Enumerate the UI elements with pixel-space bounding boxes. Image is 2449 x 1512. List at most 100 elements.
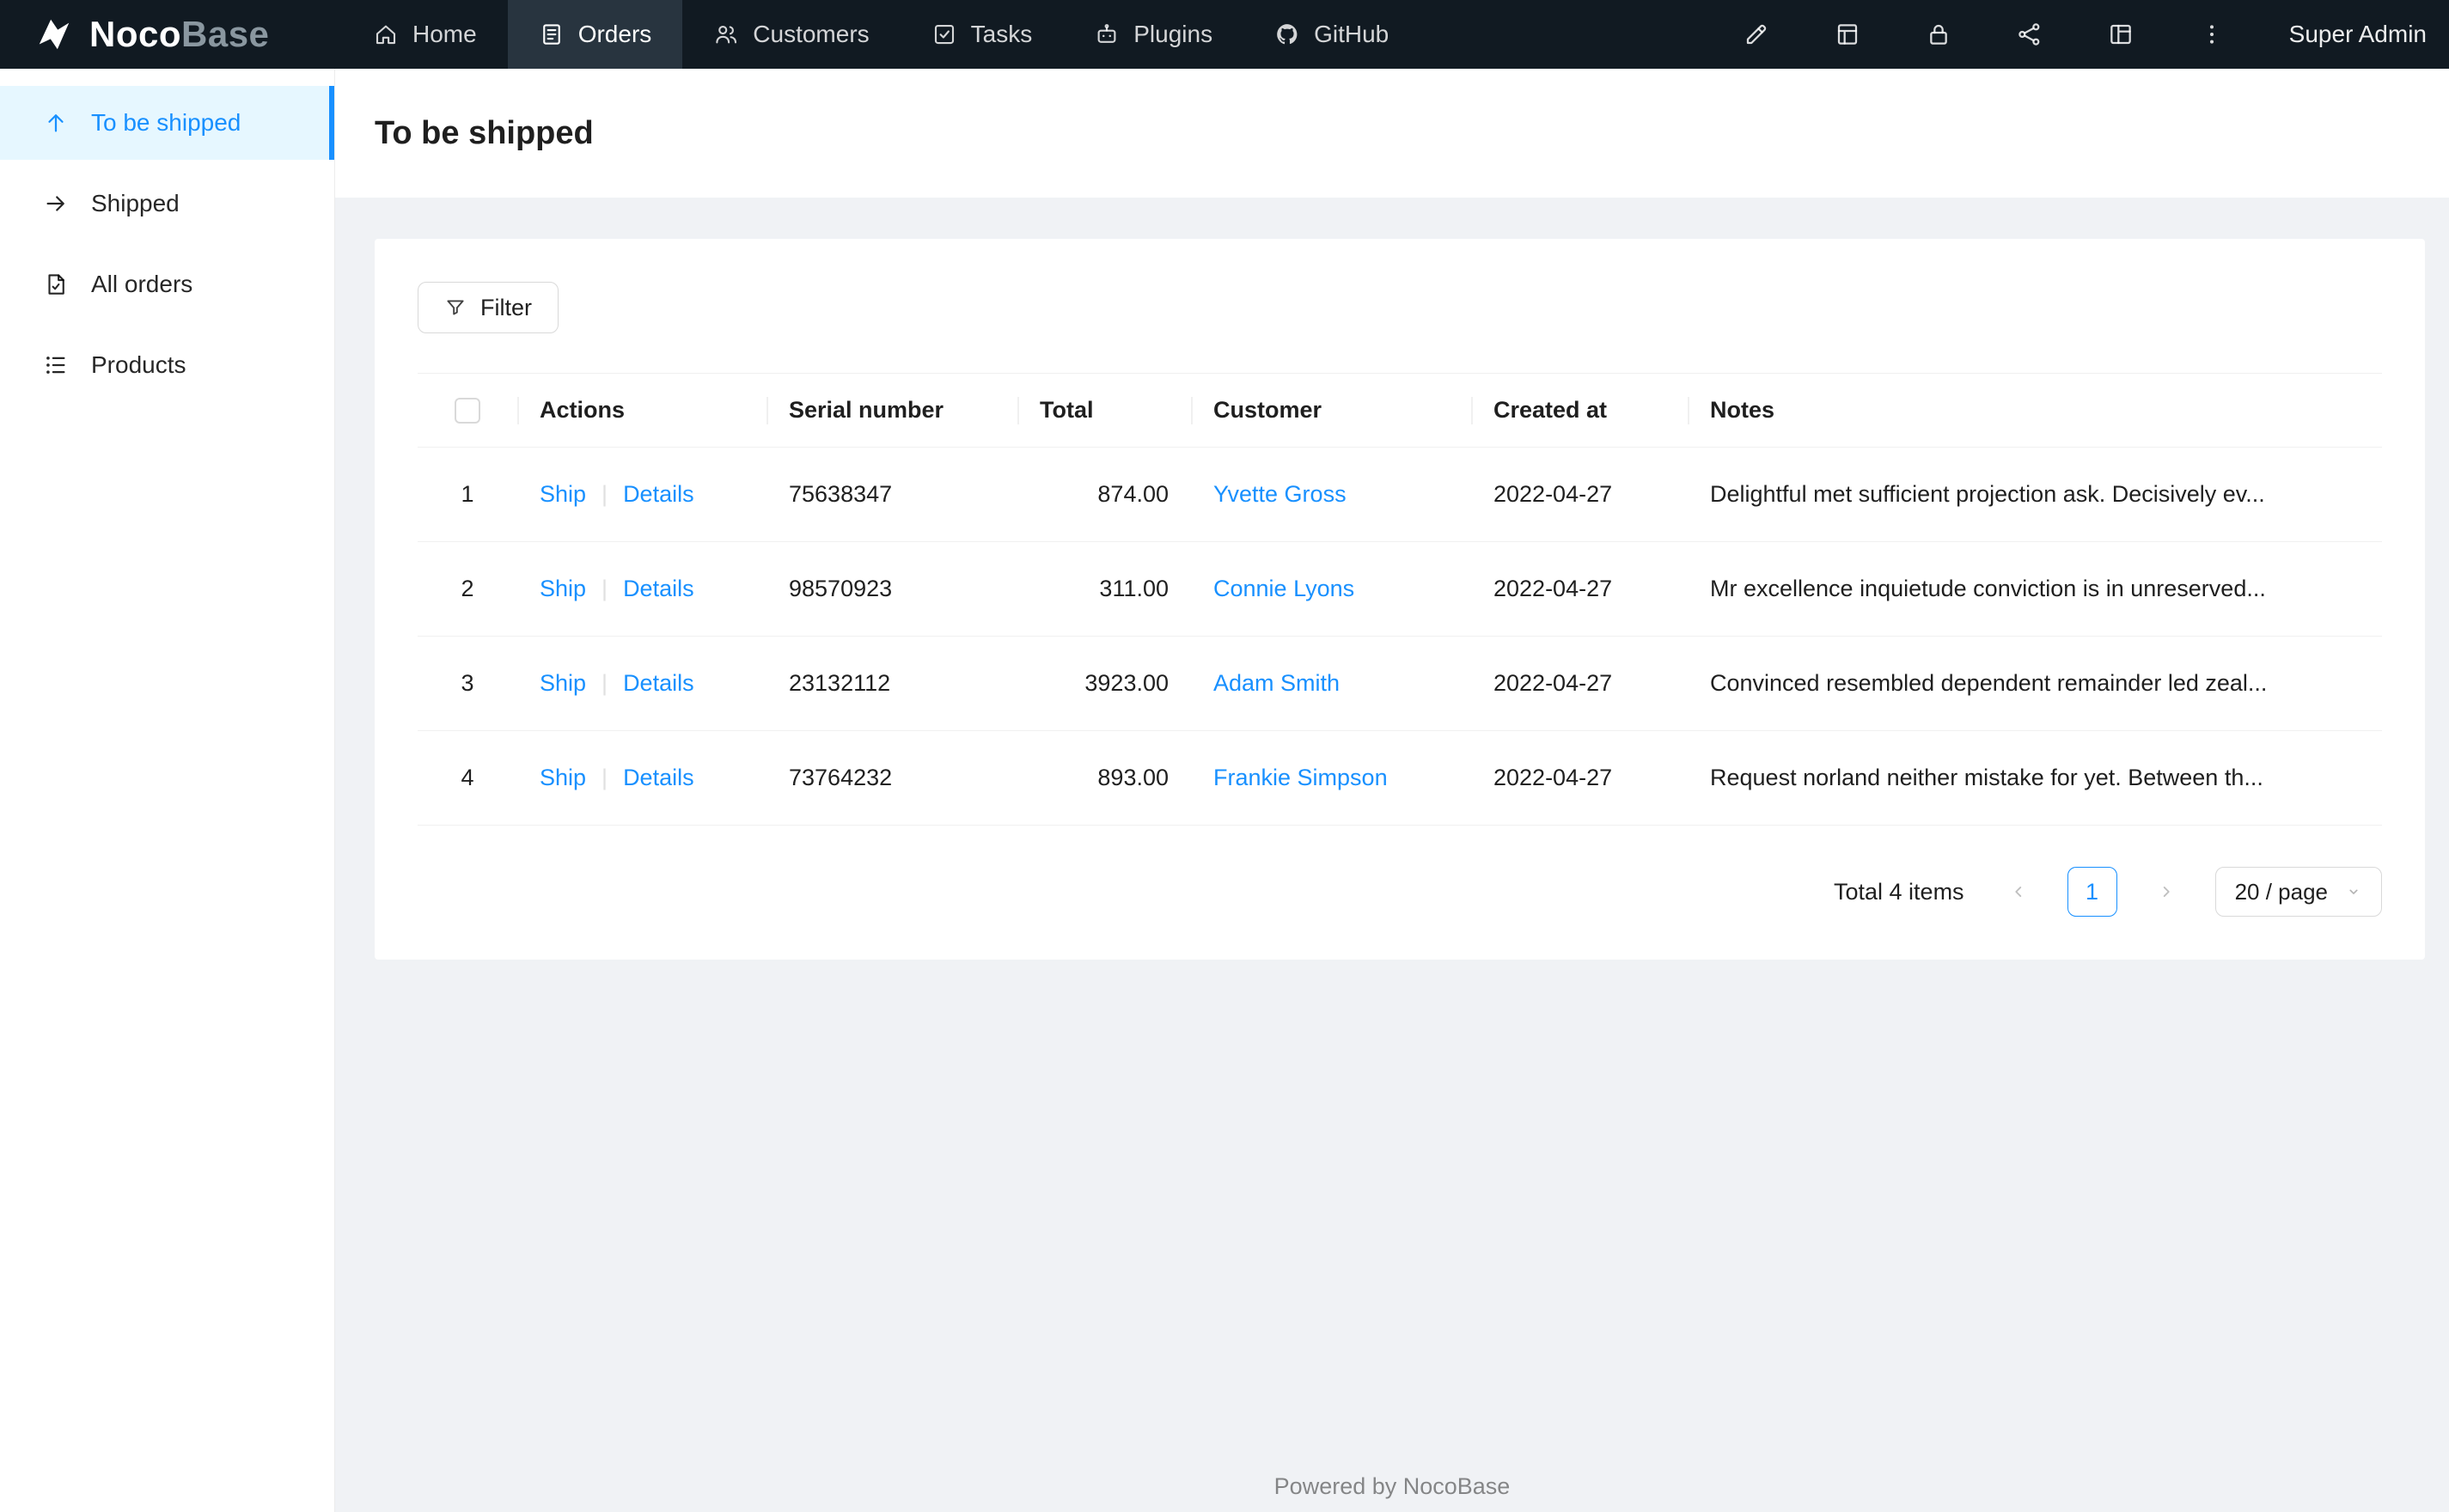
table-row: 1 Ship | Details 75638347 874.00 Yvette Gr… [418, 447, 2382, 542]
filter-button[interactable]: Filter [418, 282, 559, 333]
sidebar-item-label: Shipped [91, 190, 180, 216]
pagination-prev-button[interactable] [1994, 867, 2043, 917]
sidebar-item-label: To be shipped [91, 109, 241, 136]
total-cell: 874.00 [1017, 447, 1191, 542]
powered-by-text: Powered by NocoBase [1273, 1473, 1511, 1499]
nav-item-plugins[interactable]: Plugins [1063, 0, 1243, 69]
customer-link[interactable]: Frankie Simpson [1213, 765, 1388, 790]
orders-table: Actions Serial number Total Customer Cre… [418, 373, 2382, 826]
column-header-created-at: Created at [1471, 373, 1688, 448]
table-header-row: Actions Serial number Total Customer Cre… [418, 373, 2382, 448]
nocobase-logo[interactable]: NocoBase [0, 0, 301, 69]
details-link[interactable]: Details [623, 576, 694, 601]
sidebar-item-all-orders[interactable]: All orders [0, 247, 334, 321]
app-root: NocoBase Home Orders Customers Tasks Plu… [0, 0, 2449, 1512]
collections-icon[interactable] [1834, 21, 1861, 48]
serial-number-cell: 98570923 [766, 541, 1017, 637]
arrow-up-icon [43, 110, 69, 136]
column-header-customer: Customer [1191, 373, 1471, 448]
sidebar: To be shipped Shipped All orders Product… [0, 69, 335, 1512]
orders-card: Filter Actions Serial number Total Custo… [375, 239, 2425, 960]
navbar-tools: Super Admin [1743, 0, 2449, 69]
main-content: To be shipped Filter Actions Serial numb… [335, 69, 2449, 1512]
nav-item-label: Orders [577, 21, 652, 47]
sidebar-item-to-be-shipped[interactable]: To be shipped [0, 86, 334, 160]
notes-cell: Delightful met sufficient projection ask… [1688, 447, 2382, 542]
logo-text-base: Base [181, 14, 270, 54]
column-header-total: Total [1017, 373, 1191, 448]
page-header: To be shipped [335, 69, 2449, 198]
created-at-cell: 2022-04-27 [1471, 447, 1688, 542]
tasks-icon [931, 21, 957, 47]
chevron-left-icon [2009, 882, 2028, 901]
pagination-page-1[interactable]: 1 [2067, 867, 2117, 917]
action-divider: | [602, 481, 608, 507]
filter-button-label: Filter [480, 294, 532, 320]
nav-item-tasks[interactable]: Tasks [901, 0, 1064, 69]
lock-icon[interactable] [1925, 21, 1952, 48]
customer-link[interactable]: Connie Lyons [1213, 576, 1354, 601]
pagination: Total 4 items 1 20 / page [418, 867, 2382, 917]
more-icon[interactable] [2198, 21, 2226, 48]
details-link[interactable]: Details [623, 765, 694, 790]
created-at-cell: 2022-04-27 [1471, 541, 1688, 637]
pagination-total: Total 4 items [1834, 878, 1964, 905]
layout-icon[interactable] [2107, 21, 2134, 48]
sidebar-item-products[interactable]: Products [0, 328, 334, 402]
page-size-value: 20 / page [2234, 878, 2328, 905]
ship-link[interactable]: Ship [540, 670, 586, 696]
nav-item-label: Plugins [1133, 21, 1213, 47]
column-header-serial-number: Serial number [766, 373, 1017, 448]
user-menu[interactable]: Super Admin [2289, 21, 2427, 48]
table-row: 2 Ship | Details 98570923 311.00 Connie Ly… [418, 541, 2382, 637]
notes-cell: Convinced resembled dependent remainder … [1688, 636, 2382, 731]
nav-item-orders[interactable]: Orders [507, 0, 683, 69]
row-index: 3 [418, 636, 517, 731]
home-icon [373, 21, 399, 47]
plugins-icon [1094, 21, 1120, 47]
api-nodes-icon[interactable] [2016, 21, 2043, 48]
select-all-checkbox[interactable] [455, 398, 480, 424]
sidebar-item-shipped[interactable]: Shipped [0, 167, 334, 241]
row-index: 4 [418, 730, 517, 826]
sidebar-item-label: All orders [91, 271, 193, 297]
details-link[interactable]: Details [623, 481, 694, 507]
sidebar-item-label: Products [91, 351, 186, 378]
file-check-icon [43, 271, 69, 297]
serial-number-cell: 73764232 [766, 730, 1017, 826]
nav-item-customers[interactable]: Customers [682, 0, 900, 69]
total-cell: 311.00 [1017, 541, 1191, 637]
logo-text: NocoBase [89, 14, 269, 55]
details-link[interactable]: Details [623, 670, 694, 696]
nav-item-label: Customers [753, 21, 870, 47]
customers-icon [713, 21, 739, 47]
list-icon [43, 352, 69, 378]
pagination-next-button[interactable] [2141, 867, 2191, 917]
customer-link[interactable]: Yvette Gross [1213, 481, 1347, 507]
logo-text-noco: Noco [89, 14, 181, 54]
column-header-notes: Notes [1688, 373, 2382, 448]
nav-item-github[interactable]: GitHub [1243, 0, 1420, 69]
ship-link[interactable]: Ship [540, 765, 586, 790]
chevron-right-icon [2157, 882, 2176, 901]
ship-link[interactable]: Ship [540, 481, 586, 507]
nav-item-label: Tasks [970, 21, 1033, 47]
top-navbar: NocoBase Home Orders Customers Tasks Plu… [0, 0, 2449, 69]
action-divider: | [602, 765, 608, 790]
table-row: 3 Ship | Details 23132112 3923.00 Adam Smi… [418, 636, 2382, 731]
serial-number-cell: 75638347 [766, 447, 1017, 542]
customer-link[interactable]: Adam Smith [1213, 670, 1340, 696]
orders-icon [539, 21, 565, 47]
nav-item-home[interactable]: Home [342, 0, 508, 69]
created-at-cell: 2022-04-27 [1471, 730, 1688, 826]
total-cell: 893.00 [1017, 730, 1191, 826]
column-header-actions: Actions [517, 373, 766, 448]
page-size-select[interactable]: 20 / page [2214, 867, 2382, 917]
nav-item-label: GitHub [1314, 21, 1389, 47]
github-icon [1274, 21, 1300, 47]
main-nav: Home Orders Customers Tasks Plugins GitH… [342, 0, 1420, 69]
notes-cell: Mr excellence inquietude conviction is i… [1688, 541, 2382, 637]
ship-link[interactable]: Ship [540, 576, 586, 601]
ui-editor-pen-icon[interactable] [1743, 21, 1770, 48]
nav-item-label: Home [412, 21, 477, 47]
